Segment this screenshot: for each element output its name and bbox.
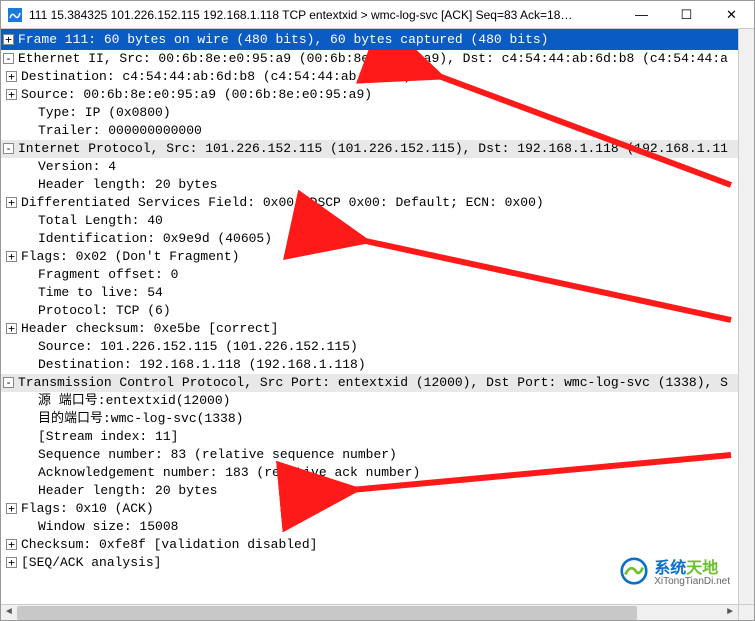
eth-source-row[interactable]: +Source: 00:6b:8e:e0:95:a9 (00:6b:8e:e0:… xyxy=(1,86,754,104)
tcp-seq-row[interactable]: Sequence number: 83 (relative sequence n… xyxy=(1,446,754,464)
tcp-header-row[interactable]: -Transmission Control Protocol, Src Port… xyxy=(1,374,754,392)
expand-icon[interactable]: + xyxy=(6,557,17,568)
eth-destination-row[interactable]: +Destination: c4:54:44:ab:6d:b8 (c4:54:4… xyxy=(1,68,754,86)
ip-flags-row[interactable]: +Flags: 0x02 (Don't Fragment) xyxy=(1,248,754,266)
scroll-track[interactable] xyxy=(17,605,722,621)
ethernet-header-row[interactable]: -Ethernet II, Src: 00:6b:8e:e0:95:a9 (00… xyxy=(1,50,754,68)
tcp-dstport-row[interactable]: 目的端口号:wmc-log-svc(1338) xyxy=(1,410,754,428)
collapse-icon[interactable]: - xyxy=(3,377,14,388)
expand-icon[interactable]: + xyxy=(6,503,17,514)
tcp-stream-row[interactable]: [Stream index: 11] xyxy=(1,428,754,446)
ip-dsf-row[interactable]: +Differentiated Services Field: 0x00 (DS… xyxy=(1,194,754,212)
ip-version-row[interactable]: Version: 4 xyxy=(1,158,754,176)
tcp-flags-row[interactable]: +Flags: 0x10 (ACK) xyxy=(1,500,754,518)
expand-icon[interactable]: + xyxy=(6,251,17,262)
ip-hlen-row[interactable]: Header length: 20 bytes xyxy=(1,176,754,194)
packet-details-pane: -Ethernet II, Src: 00:6b:8e:e0:95:a9 (00… xyxy=(1,50,754,607)
expand-icon[interactable]: + xyxy=(6,71,17,82)
watermark-url: XiTongTianDi.net xyxy=(654,576,730,587)
ip-dst-row[interactable]: Destination: 192.168.1.118 (192.168.1.11… xyxy=(1,356,754,374)
watermark-logo-icon xyxy=(620,557,648,585)
maximize-button[interactable]: ☐ xyxy=(664,1,709,29)
scrollbar-corner xyxy=(738,604,754,620)
ip-ttl-row[interactable]: Time to live: 54 xyxy=(1,284,754,302)
collapse-icon[interactable]: - xyxy=(3,53,14,64)
close-button[interactable]: ✕ xyxy=(709,1,754,29)
tcp-cksum-row[interactable]: +Checksum: 0xfe8f [validation disabled] xyxy=(1,536,754,554)
scroll-right-icon[interactable]: ► xyxy=(722,605,738,621)
horizontal-scrollbar[interactable]: ◄ ► xyxy=(1,604,738,620)
ip-cksum-row[interactable]: +Header checksum: 0xe5be [correct] xyxy=(1,320,754,338)
expand-icon[interactable]: + xyxy=(6,539,17,550)
ip-header-row[interactable]: -Internet Protocol, Src: 101.226.152.115… xyxy=(1,140,754,158)
frame-summary-row[interactable]: + Frame 111: 60 bytes on wire (480 bits),… xyxy=(1,29,754,50)
expand-icon[interactable]: + xyxy=(3,34,14,45)
ip-src-row[interactable]: Source: 101.226.152.115 (101.226.152.115… xyxy=(1,338,754,356)
scroll-left-icon[interactable]: ◄ xyxy=(1,605,17,621)
watermark: 系统天地 XiTongTianDi.net xyxy=(620,554,730,587)
expand-icon[interactable]: + xyxy=(6,89,17,100)
collapse-icon[interactable]: - xyxy=(3,143,14,154)
scroll-thumb[interactable] xyxy=(17,606,637,620)
expand-icon[interactable]: + xyxy=(6,323,17,334)
tcp-srcport-row[interactable]: 源 端口号:entextxid(12000) xyxy=(1,392,754,410)
ip-tlen-row[interactable]: Total Length: 40 xyxy=(1,212,754,230)
ip-id-row[interactable]: Identification: 0x9e9d (40605) xyxy=(1,230,754,248)
ip-proto-row[interactable]: Protocol: TCP (6) xyxy=(1,302,754,320)
vertical-scrollbar[interactable] xyxy=(738,29,754,604)
tcp-win-row[interactable]: Window size: 15008 xyxy=(1,518,754,536)
expand-icon[interactable]: + xyxy=(6,197,17,208)
watermark-brand: 系统天地 xyxy=(654,554,730,578)
tcp-hlen-row[interactable]: Header length: 20 bytes xyxy=(1,482,754,500)
window-title: 111 15.384325 101.226.152.115 192.168.1.… xyxy=(29,8,619,22)
window-controls: — ☐ ✕ xyxy=(619,1,754,29)
eth-type-row[interactable]: Type: IP (0x0800) xyxy=(1,104,754,122)
app-icon xyxy=(7,7,23,23)
window-titlebar: 111 15.384325 101.226.152.115 192.168.1.… xyxy=(1,1,754,29)
frame-summary-text: Frame 111: 60 bytes on wire (480 bits), … xyxy=(18,32,549,47)
eth-trailer-row[interactable]: Trailer: 000000000000 xyxy=(1,122,754,140)
minimize-button[interactable]: — xyxy=(619,1,664,29)
tcp-ack-row[interactable]: Acknowledgement number: 183 (relative ac… xyxy=(1,464,754,482)
ip-frag-row[interactable]: Fragment offset: 0 xyxy=(1,266,754,284)
